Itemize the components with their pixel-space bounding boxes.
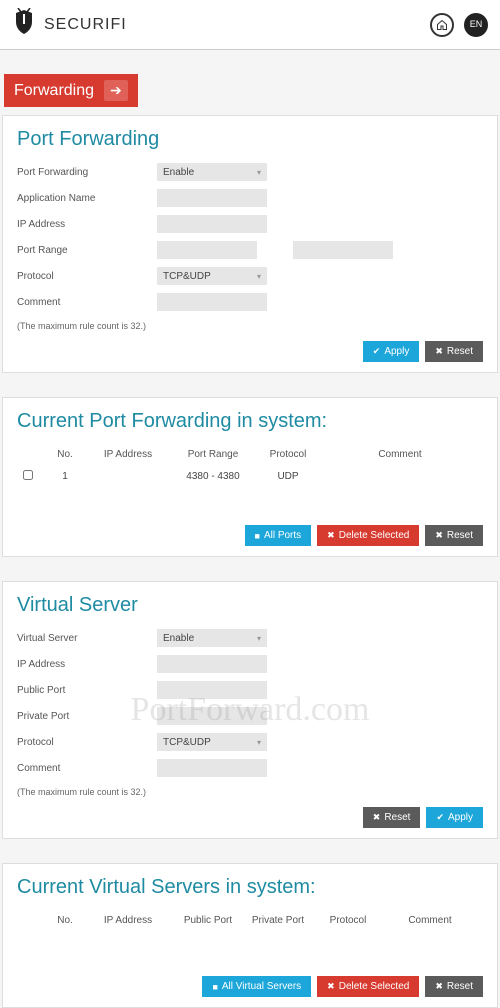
- apply-button[interactable]: ✔Apply: [426, 807, 483, 828]
- chevron-down-icon: ▾: [257, 272, 261, 281]
- ip-address-input[interactable]: [157, 215, 267, 233]
- chevron-down-icon: ▾: [257, 168, 261, 177]
- col-no: No.: [47, 915, 83, 926]
- rule-count-hint: (The maximum rule count is 32.): [17, 787, 483, 797]
- public-port-input[interactable]: [157, 681, 267, 699]
- port-range-end-input[interactable]: [293, 241, 393, 259]
- label-comment: Comment: [17, 297, 157, 308]
- section-tab: Forwarding ➔: [0, 74, 500, 107]
- label-private-port: Private Port: [17, 711, 157, 722]
- col-comment: Comment: [383, 915, 477, 926]
- forwarding-tab[interactable]: Forwarding ➔: [4, 74, 138, 107]
- port-range-start-input[interactable]: [157, 241, 257, 259]
- x-icon: ✖: [435, 346, 443, 357]
- protocol-select[interactable]: TCP&UDP▾: [157, 267, 267, 285]
- brand-name: SECURIFI: [44, 16, 127, 34]
- chevron-down-icon: ▾: [257, 634, 261, 643]
- panel-title: Current Virtual Servers in system:: [17, 876, 483, 899]
- all-virtual-servers-button[interactable]: ■All Virtual Servers: [202, 976, 311, 997]
- comment-input[interactable]: [157, 293, 267, 311]
- virtual-server-select[interactable]: Enable▾: [157, 629, 267, 647]
- check-icon: ✔: [436, 812, 444, 823]
- label-application-name: Application Name: [17, 193, 157, 204]
- arrow-right-icon: ➔: [104, 80, 128, 101]
- page-title: Port Forwarding: [17, 128, 483, 151]
- shield-antenna-icon: [12, 8, 36, 41]
- private-port-input[interactable]: [157, 707, 267, 725]
- application-name-input[interactable]: [157, 189, 267, 207]
- tab-label: Forwarding: [14, 82, 94, 100]
- col-range: Port Range: [173, 449, 253, 460]
- col-ip: IP Address: [83, 449, 173, 460]
- row-checkbox[interactable]: [23, 470, 33, 480]
- apply-button[interactable]: ✔Apply: [363, 341, 420, 362]
- cell-proto: UDP: [253, 471, 323, 482]
- square-icon: ■: [212, 982, 217, 992]
- table-row: 1 4380 - 4380 UDP: [17, 464, 483, 489]
- x-icon: ✖: [435, 530, 443, 541]
- table-header: No. IP Address Public Port Private Port …: [17, 911, 483, 930]
- col-no: No.: [47, 449, 83, 460]
- reset-button[interactable]: ✖Reset: [425, 976, 483, 997]
- col-proto: Protocol: [253, 449, 323, 460]
- vs-protocol-select[interactable]: TCP&UDP▾: [157, 733, 267, 751]
- label-public-port: Public Port: [17, 685, 157, 696]
- delete-selected-button[interactable]: ✖Delete Selected: [317, 976, 419, 997]
- label-port-range: Port Range: [17, 245, 157, 256]
- label-protocol: Protocol: [17, 737, 157, 748]
- port-forwarding-select[interactable]: Enable▾: [157, 163, 267, 181]
- col-proto: Protocol: [313, 915, 383, 926]
- current-port-forwarding-panel: Current Port Forwarding in system: No. I…: [2, 397, 498, 557]
- port-forwarding-panel: Port Forwarding Port Forwarding Enable▾ …: [2, 115, 498, 373]
- reset-button[interactable]: ✖Reset: [425, 525, 483, 546]
- virtual-server-panel: Virtual Server Virtual Server Enable▾ IP…: [2, 581, 498, 839]
- x-icon: ✖: [435, 981, 443, 992]
- x-icon: ✖: [327, 981, 335, 992]
- x-icon: ✖: [327, 530, 335, 541]
- x-icon: ✖: [373, 812, 381, 823]
- label-comment: Comment: [17, 763, 157, 774]
- brand: SECURIFI: [12, 8, 127, 41]
- rule-count-hint: (The maximum rule count is 32.): [17, 321, 483, 331]
- check-icon: ✔: [373, 346, 381, 357]
- square-icon: ■: [255, 531, 260, 541]
- reset-button[interactable]: ✖Reset: [425, 341, 483, 362]
- label-virtual-server: Virtual Server: [17, 633, 157, 644]
- col-comment: Comment: [323, 449, 477, 460]
- label-ip-address: IP Address: [17, 219, 157, 230]
- vs-ip-input[interactable]: [157, 655, 267, 673]
- cell-range: 4380 - 4380: [173, 471, 253, 482]
- col-ip: IP Address: [83, 915, 173, 926]
- all-ports-button[interactable]: ■All Ports: [245, 525, 312, 546]
- topbar: SECURIFI EN: [0, 0, 500, 50]
- home-icon[interactable]: [430, 13, 454, 37]
- col-public-port: Public Port: [173, 915, 243, 926]
- label-protocol: Protocol: [17, 271, 157, 282]
- table-header: No. IP Address Port Range Protocol Comme…: [17, 445, 483, 464]
- current-virtual-servers-panel: Current Virtual Servers in system: No. I…: [2, 863, 498, 1008]
- label-ip-address: IP Address: [17, 659, 157, 670]
- panel-title: Virtual Server: [17, 594, 483, 617]
- reset-button[interactable]: ✖Reset: [363, 807, 421, 828]
- top-icons: EN: [430, 13, 488, 37]
- delete-selected-button[interactable]: ✖Delete Selected: [317, 525, 419, 546]
- col-private-port: Private Port: [243, 915, 313, 926]
- panel-title: Current Port Forwarding in system:: [17, 410, 483, 433]
- cell-no: 1: [47, 471, 83, 482]
- chevron-down-icon: ▾: [257, 738, 261, 747]
- label-port-forwarding: Port Forwarding: [17, 167, 157, 178]
- language-icon[interactable]: EN: [464, 13, 488, 37]
- vs-comment-input[interactable]: [157, 759, 267, 777]
